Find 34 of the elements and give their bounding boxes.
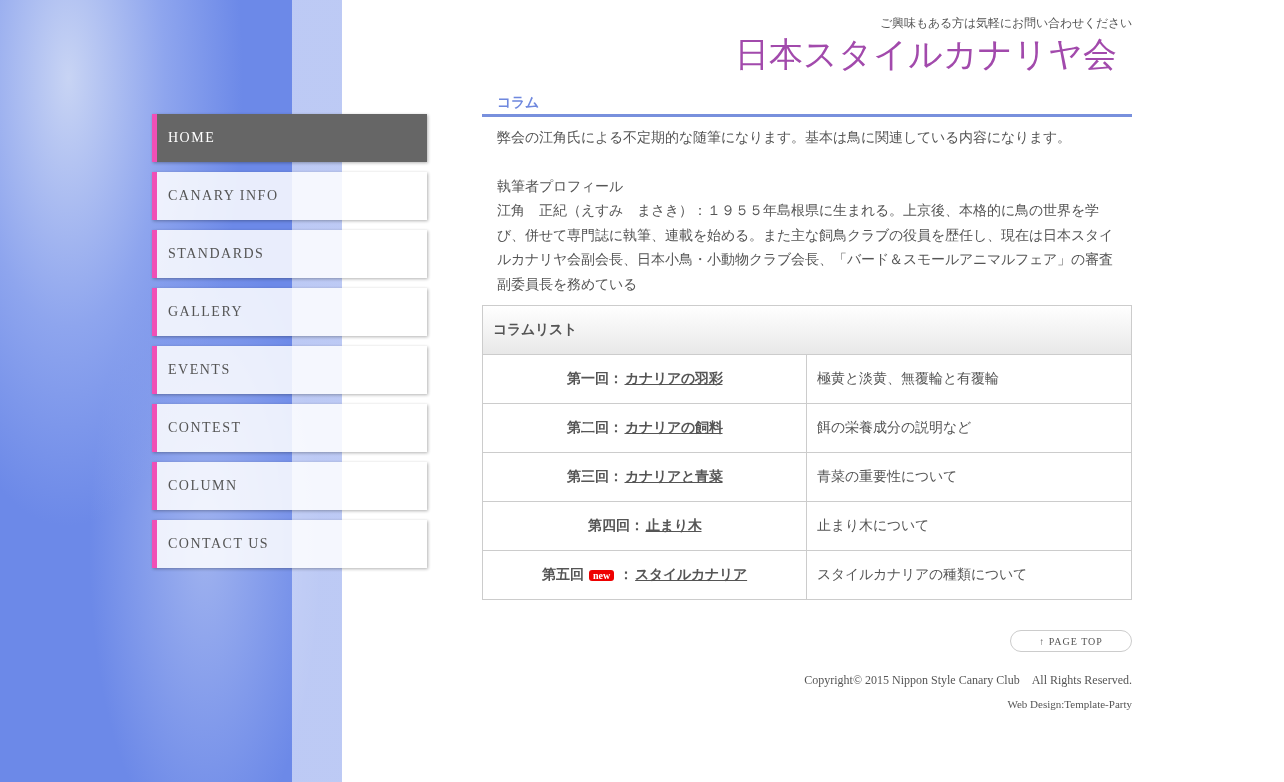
tagline: ご興味もある方は気軽にお問い合わせください (880, 16, 1132, 30)
nav-item[interactable]: GALLERY (152, 288, 427, 336)
column-link[interactable]: 止まり木 (645, 517, 702, 535)
credit-link[interactable]: Web Design:Template-Party (1007, 698, 1132, 710)
table-cell-text: 極黄と淡黄、無覆輪と有覆輪 (816, 369, 1000, 388)
page-top-button[interactable]: ↑ PAGE TOP (1010, 630, 1132, 652)
site-logo[interactable]: 日本スタイルカナリヤ会 (735, 34, 1117, 74)
nav-item[interactable]: COLUMN (152, 462, 427, 510)
column-number: 第二回： (566, 419, 623, 437)
column-number: 第三回： (566, 468, 623, 486)
column-number: 第五回 (541, 566, 584, 584)
table-cell-text: 餌の栄養成分の説明など (816, 418, 972, 437)
column-number: 第四回： (587, 517, 644, 535)
column-link[interactable]: カナリアと青菜 (624, 468, 723, 486)
column-link[interactable]: カナリアの羽彩 (624, 370, 723, 388)
nav-item[interactable]: CONTEST (152, 404, 427, 452)
table-cell-text: 止まり木について (816, 516, 930, 535)
column-link[interactable]: カナリアの飼料 (624, 419, 723, 437)
column-link[interactable]: スタイルカナリア (635, 566, 748, 584)
table-cell-text: スタイルカナリアの種類について (816, 565, 1028, 584)
column-number: 第一回： (566, 370, 623, 388)
nav-item[interactable]: HOME (152, 114, 427, 162)
nav-item[interactable]: STANDARDS (152, 230, 427, 278)
separator: ： (619, 566, 634, 584)
nav-item[interactable]: CONTACT US (152, 520, 427, 568)
table-cell-text: 青菜の重要性について (816, 467, 958, 486)
new-badge: new (588, 569, 615, 581)
nav-item[interactable]: CANARY INFO (152, 172, 427, 220)
intro-text: 弊会の江角氏による不定期的な随筆になります。基本は鳥に関連している内容になります。 (496, 128, 1072, 147)
nav-item[interactable]: EVENTS (152, 346, 427, 394)
profile-text: 江角 正紀（えすみ まさき）：１９５５年島根県に生まれる。上京後、本格的に鳥の世界を学び、併せて専門誌に執筆、連載を始める。また主な飼鳥クラブの役員を歴任し、現在は日本スタイルカナリヤ会副会長、日本小鳥・小動物クラブ会長、「バード＆スモールアニマルフェア」の審査副委員長を務めている (496, 201, 1114, 294)
copyright: Copyright© 2015 Nippon Style Canary Club All Rights Reserved. (804, 672, 1132, 689)
section-title: コラム (482, 91, 1132, 117)
profile-heading: 執筆者プロフィール (496, 176, 624, 196)
